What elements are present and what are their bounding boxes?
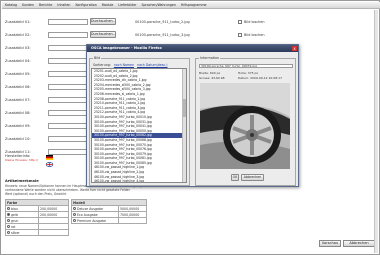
info-date: Datum: 2009-09-12 10:08:17 (238, 76, 282, 80)
car-preview-image (200, 83, 290, 169)
zusatzbild-file-input[interactable] (48, 45, 88, 51)
zusatzbild-file-input[interactable] (48, 71, 88, 77)
english-flag-icon[interactable] (45, 161, 54, 168)
zusatzbild-file-input[interactable] (48, 32, 88, 38)
info-legend: Information (199, 56, 221, 60)
zusatzbild-file-input[interactable] (48, 136, 88, 142)
menu-bar: Katalog Kunden Berichte Inhalten Konfigurati… (2, 2, 380, 9)
menu-item[interactable]: Berichte (39, 3, 52, 7)
info-filename: 30100-porsche_997_turbo_00079.jpg (199, 64, 293, 68)
zusatzbild-file-input[interactable] (48, 110, 88, 116)
attributes-note-3: Wert (optional) auch den Preis, Gewicht (5, 192, 67, 196)
farbe-option-label: blau (11, 206, 18, 211)
admin-window: Katalog Kunden Berichte Inhalten Konfigurati… (0, 0, 380, 255)
checkbox[interactable] (73, 213, 76, 216)
menu-item[interactable]: Kunden (22, 3, 34, 7)
delete-image-label: Bild loschen (244, 33, 265, 37)
hersteller-hint: Kleine Hinweis: http:// (5, 158, 39, 162)
menu-item[interactable]: Module (102, 3, 114, 7)
sort-row: Sortierung: nach Namen nach Datum(desc.) (93, 63, 168, 67)
dialog-title: OSCA Imagebrowser - Mozilla Firefox (87, 45, 298, 52)
zusatzbild-filename: 00100-porsche_911_turbo_2.jpg (135, 20, 190, 24)
model-price-field[interactable] (118, 217, 147, 224)
files-legend: Bild (93, 56, 102, 60)
dialog-cancel-button[interactable]: Abbrechen (241, 174, 264, 181)
image-browser-dialog: OSCA Imagebrowser - Mozilla Firefox x Bi… (86, 44, 299, 187)
german-flag-icon[interactable] (46, 155, 53, 160)
checkbox[interactable] (73, 219, 76, 222)
farbe-option-label: gelb (11, 212, 18, 217)
zusatzbild-file-input[interactable] (48, 123, 88, 129)
info-height: Hohe: 375 px (238, 71, 259, 75)
zusatzbild-label: Zusatzbild 08: (5, 111, 31, 115)
file-listbox[interactable]: 25201-audi_a4_cabrio_1.jpg 25202-audi_a4_… (91, 68, 187, 183)
menu-item[interactable]: Lieferbilder (118, 3, 136, 7)
zusatzbild-label: Zusatzbild 02: (5, 33, 31, 37)
model-option[interactable]: Premium Ausgabe (71, 217, 119, 224)
menu-item[interactable]: Hilfsprogramme (181, 3, 207, 7)
file-list-item[interactable]: 46100-vw_passat_highline_4.jpg (92, 179, 186, 182)
sort-by-date-link[interactable]: nach Datum(desc.) (137, 63, 167, 67)
menu-item[interactable]: Inhalten (57, 3, 70, 7)
zusatzbild-file-input[interactable] (48, 58, 88, 64)
zusatzbild-file-input[interactable] (48, 19, 88, 25)
zusatzbild-label: Zusatzbild 09: (5, 124, 31, 128)
page-scrollbar[interactable] (374, 10, 378, 253)
delete-image-checkbox[interactable] (238, 20, 242, 24)
radio-button[interactable] (7, 231, 10, 234)
menu-item[interactable]: Katalog (5, 3, 17, 7)
menu-item[interactable]: Sprachen/Wahrungen (141, 3, 175, 7)
farbe-option-label: rot (11, 224, 16, 229)
sort-label: Sortierung: (93, 63, 111, 67)
radio-button[interactable] (7, 219, 10, 222)
close-icon[interactable]: x (292, 46, 297, 51)
zusatzbild-label: Zusatzbild 07: (5, 98, 31, 102)
model-option-label: Eco Ausgabe (77, 212, 98, 217)
farbe-row: silber (5, 229, 69, 236)
info-width: Breite: 600 px (199, 71, 221, 75)
model-option-label: Deluxe Ausgabe (77, 206, 103, 211)
zusatzbild-label: Zusatzbild 06: (5, 85, 31, 89)
model-table: Modell Deluxe Ausgabe 5000,00000 Eco Ausgab… (71, 199, 147, 224)
info-size: Grosse: 43,60 kB (199, 76, 225, 80)
zusatzbild-file-input[interactable] (48, 149, 88, 155)
checkbox[interactable] (73, 207, 76, 210)
zusatzbild-file-input[interactable] (48, 84, 88, 90)
farbe-table: Farbe blau 200,00000 gelb 200,00000 grun rot si… (5, 199, 69, 236)
sort-by-name-link[interactable]: nach Namen (114, 63, 134, 67)
cancel-button[interactable]: Abbrechen (343, 240, 375, 247)
browse-button[interactable]: Durchsuchen... (90, 31, 116, 38)
farbe-option[interactable]: silber (5, 229, 39, 236)
delete-image-label: Bild loschen (244, 20, 265, 24)
radio-button[interactable] (7, 213, 10, 216)
preview-button[interactable]: Vorschau (319, 240, 341, 247)
zusatzbild-label: Zusatzbild 03: (5, 46, 31, 50)
zusatzbild-label: Zusatzbild 05: (5, 72, 31, 76)
menu-item[interactable]: Konfiguration (75, 3, 96, 7)
ok-button[interactable]: OK (231, 174, 239, 181)
attributes-title: Artikelmerkmale (5, 179, 39, 183)
farbe-option-label: grun (11, 218, 19, 223)
zusatzbild-label: Zusatzbild 10: (5, 137, 31, 141)
browse-button[interactable]: Durchsuchen... (90, 18, 116, 25)
model-row: Premium Ausgabe (71, 217, 147, 224)
zusatzbild-label: Zusatzbild 04: (5, 59, 31, 63)
file-list-scrollbar[interactable] (182, 69, 186, 182)
model-option-label: Premium Ausgabe (77, 218, 107, 223)
zusatzbild-file-input[interactable] (48, 97, 88, 103)
radio-button[interactable] (7, 207, 10, 210)
radio-button[interactable] (7, 225, 10, 228)
farbe-option-label: silber (11, 230, 20, 235)
zusatzbild-label: Zusatzbild 01: (5, 20, 31, 24)
info-fieldset: Information 30100-porsche_997_turbo_0007… (195, 56, 296, 186)
zusatzbild-filename: 00100-porsche_911_turbo_3.jpg (135, 33, 190, 37)
farbe-price-field[interactable] (38, 229, 69, 236)
delete-image-checkbox[interactable] (238, 33, 242, 37)
